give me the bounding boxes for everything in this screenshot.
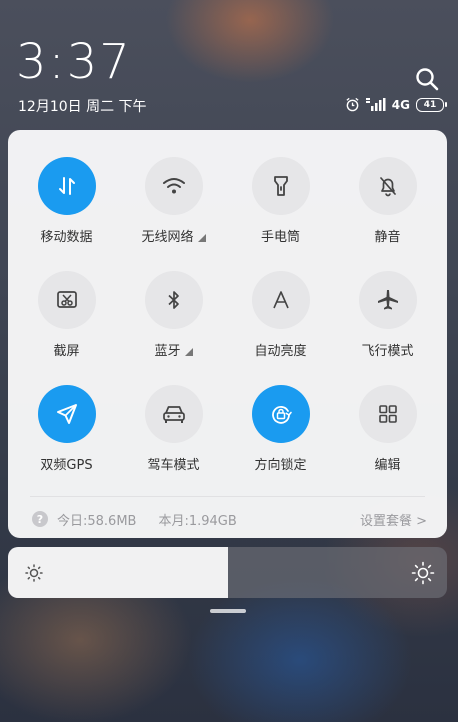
- tile-label: 静音: [374, 230, 401, 245]
- tile-label: 双频GPS: [40, 458, 93, 473]
- data-usage-row: ? 今日:58.6MB 本月:1.94GB 设置套餐 >: [32, 509, 427, 529]
- usage-month: 本月:1.94GB: [158, 513, 237, 529]
- expand-triangle-icon[interactable]: [197, 234, 206, 242]
- tile-screenshot[interactable]: 截屏: [13, 271, 120, 359]
- bluetooth-icon: [167, 291, 179, 309]
- tile-dual-gps[interactable]: 双频GPS: [13, 385, 120, 473]
- brightness-high-icon: [411, 561, 435, 585]
- tile-auto-brightness[interactable]: 自动亮度: [227, 271, 334, 359]
- tile-circle[interactable]: [37, 385, 96, 443]
- screenshot-icon: [56, 291, 77, 308]
- tile-label: 方向锁定: [254, 458, 307, 473]
- battery-icon: 41: [416, 97, 447, 112]
- plan-settings-link[interactable]: 设置套餐 >: [360, 510, 427, 529]
- tile-mute[interactable]: 静音: [334, 157, 441, 245]
- auto-brightness-icon: [272, 291, 289, 309]
- tile-wifi[interactable]: 无线网络: [120, 157, 227, 245]
- rotation-lock-icon: [271, 406, 292, 424]
- mobile-data-icon: [58, 177, 75, 195]
- tile-mobile-data[interactable]: 移动数据: [13, 157, 120, 245]
- tile-circle[interactable]: [37, 157, 96, 215]
- tile-label: 自动亮度: [254, 344, 307, 359]
- tile-circle[interactable]: [144, 157, 203, 215]
- tile-label: 无线网络: [141, 230, 194, 245]
- tile-label: 截屏: [53, 344, 80, 359]
- divider: [30, 496, 425, 497]
- tile-circle[interactable]: [144, 271, 203, 329]
- question-icon[interactable]: ?: [32, 511, 48, 527]
- brightness-slider[interactable]: [8, 547, 447, 598]
- airplane-icon: [377, 290, 398, 310]
- tile-circle[interactable]: [144, 385, 203, 443]
- system-indicators: 4G 41: [345, 97, 447, 112]
- tile-edit[interactable]: 编辑: [334, 385, 441, 473]
- tile-label: 驾车模式: [147, 458, 200, 473]
- tile-driving-mode[interactable]: 驾车模式: [120, 385, 227, 473]
- clock: 3:37: [16, 34, 132, 90]
- tile-label: 编辑: [374, 458, 401, 473]
- tile-circle[interactable]: [358, 385, 417, 443]
- tile-label: 手电筒: [260, 230, 300, 245]
- tile-circle[interactable]: [358, 157, 417, 215]
- brightness-low-icon: [25, 564, 43, 582]
- tile-label: 飞行模式: [361, 344, 414, 359]
- expand-triangle-icon[interactable]: [184, 348, 193, 356]
- flashlight-icon: [273, 176, 288, 196]
- search-icon[interactable]: [414, 66, 440, 92]
- tile-airplane[interactable]: 飞行模式: [334, 271, 441, 359]
- status-bar: 3:37 12月10日 周二 下午 4G 41: [0, 0, 458, 125]
- tile-circle[interactable]: [251, 271, 310, 329]
- quick-settings-panel: 移动数据 无线网络 手电筒 静音 截屏 蓝牙 自动亮度 飞行模式 双频GPS 驾…: [8, 130, 447, 538]
- tile-circle[interactable]: [37, 271, 96, 329]
- tile-label: 移动数据: [40, 230, 93, 245]
- drag-handle[interactable]: [210, 609, 246, 613]
- car-icon: [162, 406, 185, 423]
- tile-bluetooth[interactable]: 蓝牙: [120, 271, 227, 359]
- usage-today: 今日:58.6MB: [57, 513, 137, 529]
- tile-label: 蓝牙: [154, 344, 181, 359]
- tile-circle[interactable]: [251, 157, 310, 215]
- wifi-icon: [162, 178, 185, 194]
- edit-grid-icon: [378, 405, 397, 423]
- gps-icon: [56, 404, 77, 424]
- tile-rotation-lock[interactable]: 方向锁定: [227, 385, 334, 473]
- tile-circle[interactable]: [251, 385, 310, 443]
- tile-flashlight[interactable]: 手电筒: [227, 157, 334, 245]
- network-type: 4G: [391, 97, 410, 112]
- bell-off-icon: [379, 177, 396, 197]
- battery-level: 41: [423, 99, 437, 110]
- signal-icon: [365, 98, 386, 111]
- tile-circle[interactable]: [358, 271, 417, 329]
- tile-label-wrap: 蓝牙: [120, 340, 227, 359]
- tile-label-wrap: 无线网络: [120, 226, 227, 245]
- alarm-icon: [346, 97, 359, 112]
- date-label: 12月10日 周二 下午: [18, 99, 147, 115]
